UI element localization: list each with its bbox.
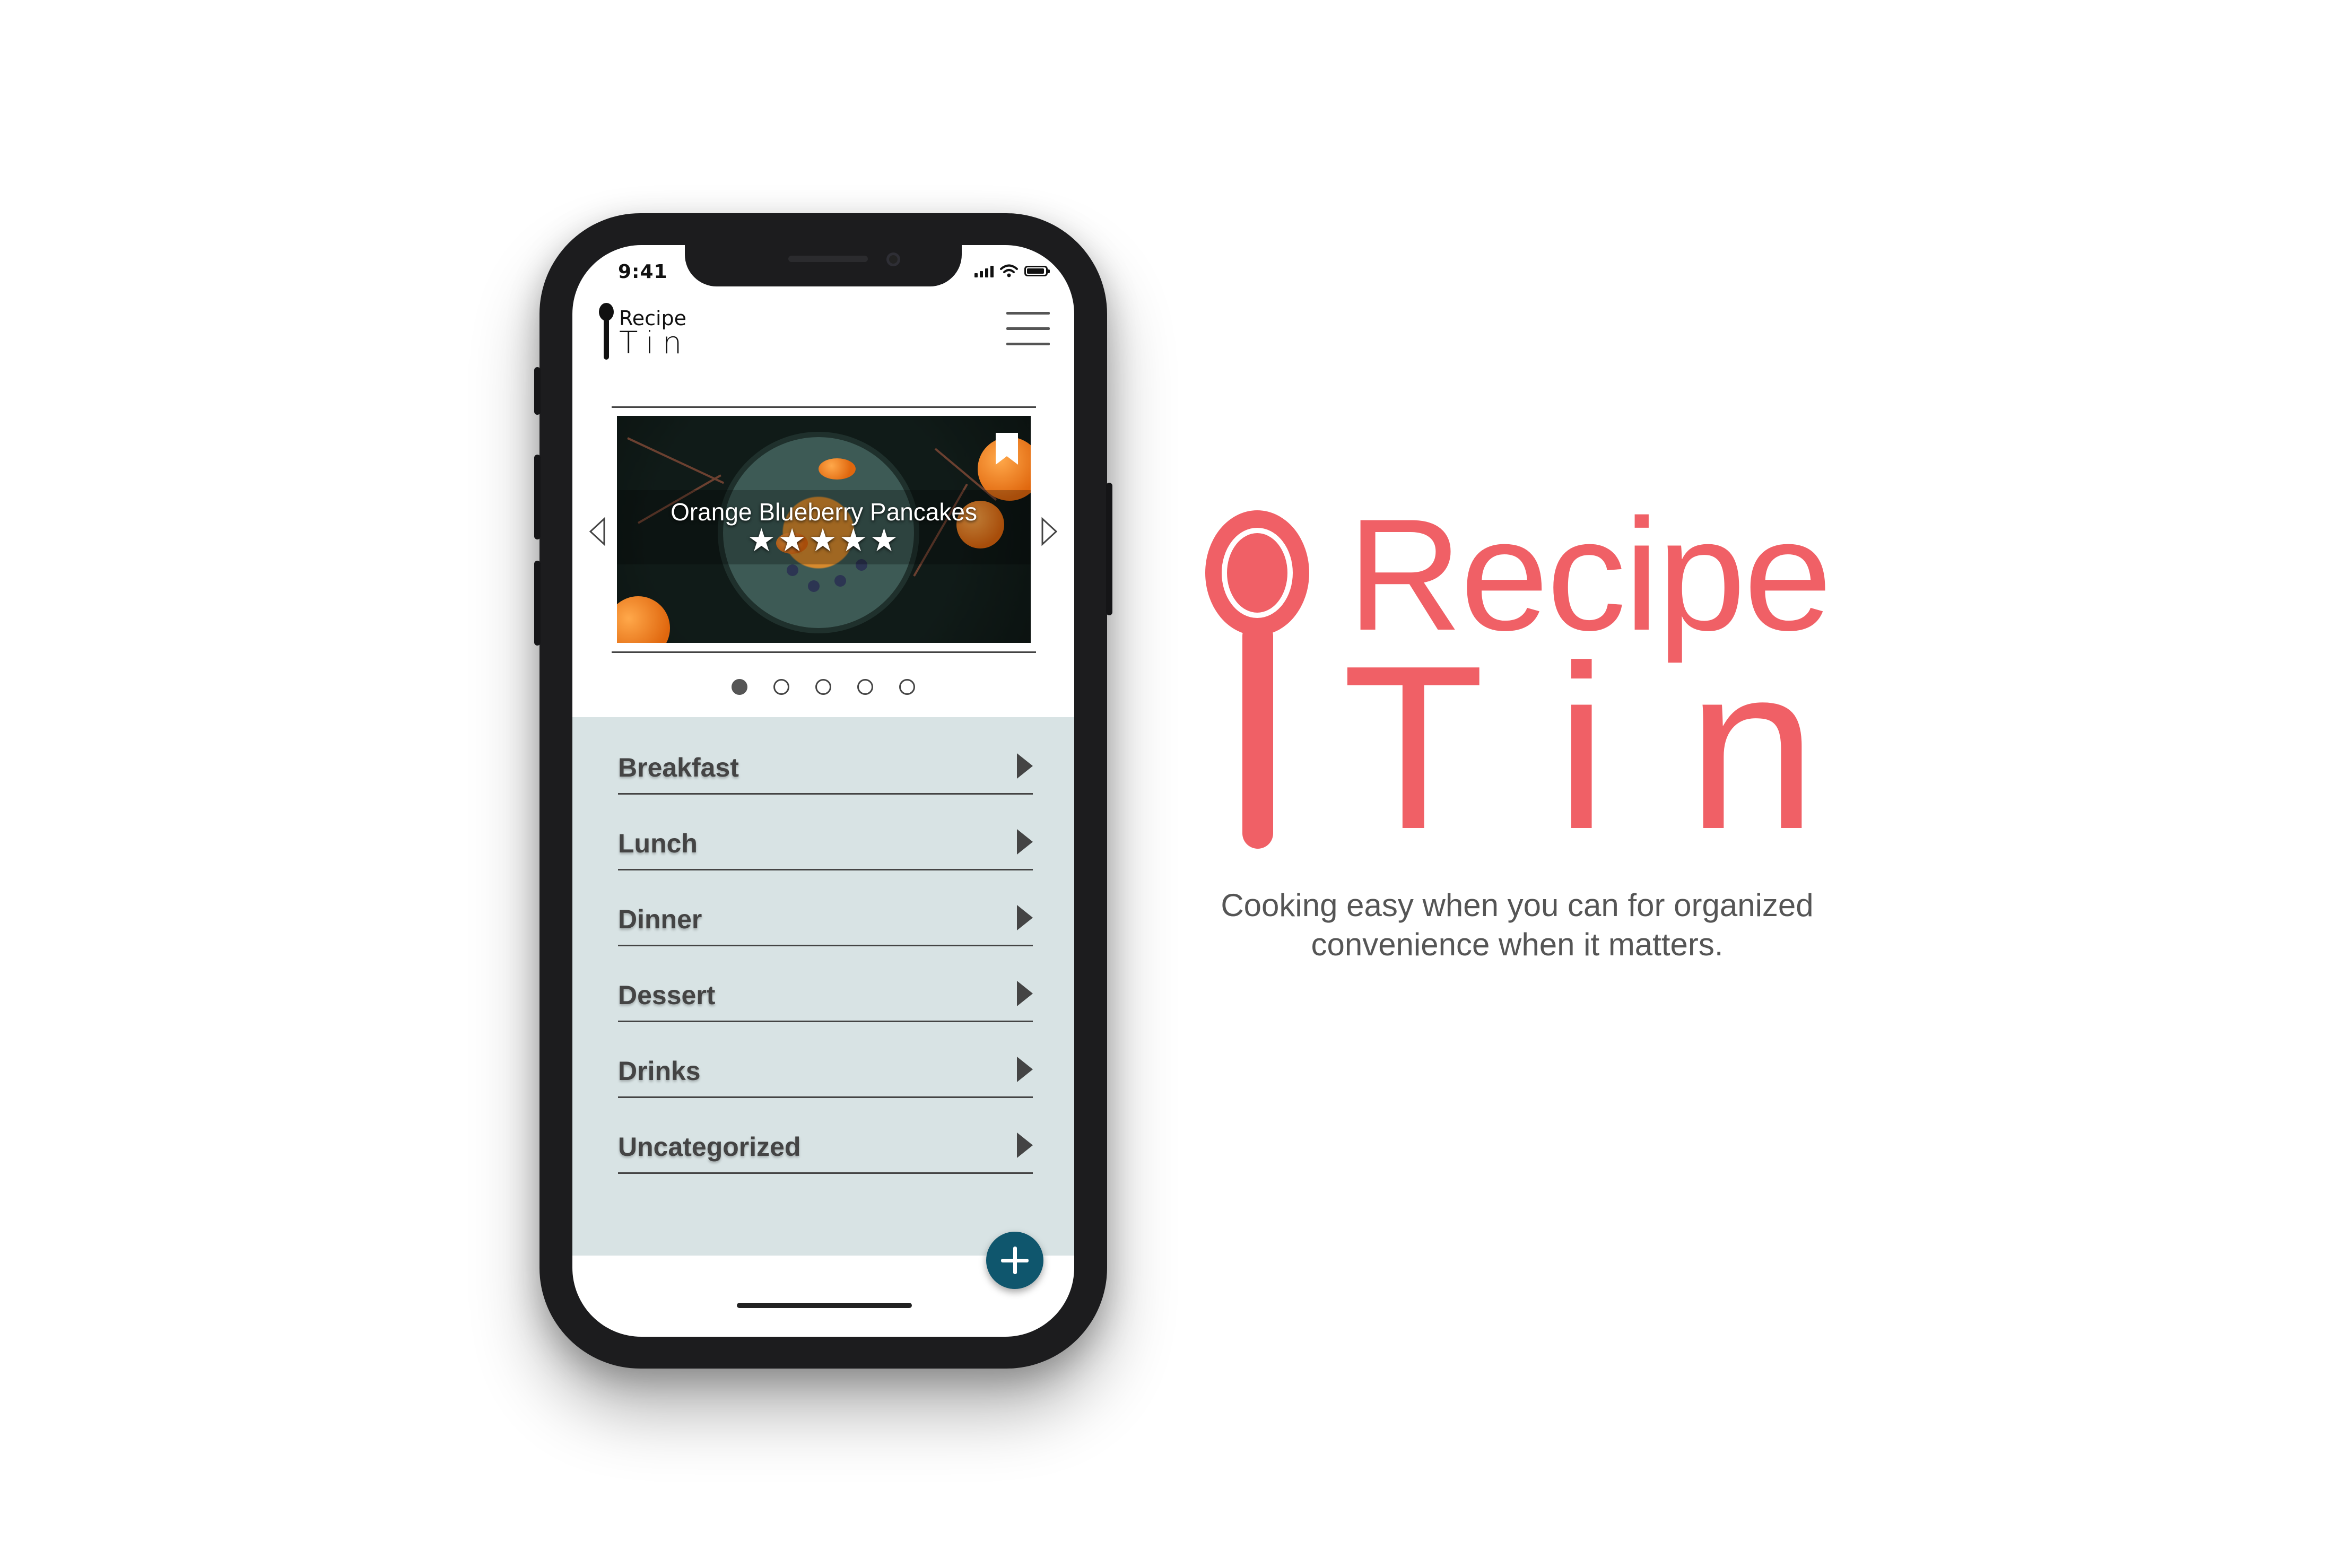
category-label: Breakfast: [618, 753, 739, 782]
carousel-prev-arrow-icon[interactable]: [586, 516, 607, 547]
power-button: [1106, 483, 1112, 615]
front-camera: [886, 252, 900, 266]
category-label: Dinner: [618, 904, 702, 934]
spoon-icon: [1205, 510, 1309, 849]
carousel-dot[interactable]: [773, 679, 789, 695]
carousel-divider-bottom: [612, 651, 1036, 653]
category-item-lunch[interactable]: Lunch: [618, 793, 1033, 870]
chevron-right-icon: [1017, 981, 1033, 1006]
brand-name-tin: Tin: [1342, 617, 1896, 878]
menu-bar: [1006, 312, 1050, 315]
home-indicator[interactable]: [737, 1303, 912, 1308]
carousel-next-arrow-icon[interactable]: [1039, 516, 1060, 547]
category-label: Dessert: [618, 980, 716, 1010]
carousel-dot[interactable]: [815, 679, 831, 695]
menu-bar: [1006, 327, 1050, 330]
logo-text-tin: Tin: [619, 325, 691, 361]
category-item-dessert[interactable]: Dessert: [618, 945, 1033, 1022]
chevron-right-icon: [1017, 905, 1033, 930]
carousel-divider-top: [612, 406, 1036, 408]
phone-mockup: 9:41 Recipe Tin Orange Blueberry Pancake…: [534, 213, 1112, 1369]
category-list: Breakfast Lunch Dinner Dessert Drinks Un…: [572, 717, 1074, 1256]
add-recipe-button[interactable]: [986, 1232, 1043, 1289]
silent-switch: [534, 367, 541, 415]
featured-recipe-card[interactable]: Orange Blueberry Pancakes ★★★★★: [617, 416, 1031, 643]
battery-icon: [1024, 266, 1050, 276]
category-item-breakfast[interactable]: Breakfast: [618, 717, 1033, 795]
brand-tagline: Cooking easy when you can for organized …: [1221, 887, 1814, 962]
featured-recipe-rating: ★★★★★: [747, 522, 901, 559]
wifi-icon: [1000, 264, 1018, 277]
chevron-right-icon: [1017, 1133, 1033, 1158]
category-item-dinner[interactable]: Dinner: [618, 869, 1033, 946]
carousel-dot[interactable]: [899, 679, 915, 695]
volume-down-button: [534, 561, 541, 646]
phone-screen: 9:41 Recipe Tin Orange Blueberry Pancake…: [572, 245, 1074, 1337]
menu-bar: [1006, 343, 1050, 345]
category-item-drinks[interactable]: Drinks: [618, 1021, 1033, 1098]
spoon-icon: [599, 303, 614, 360]
category-label: Lunch: [618, 829, 698, 858]
status-icons: [974, 264, 1050, 278]
hamburger-menu-button[interactable]: [1006, 312, 1050, 350]
chevron-right-icon: [1017, 1057, 1033, 1082]
carousel-dot[interactable]: [857, 679, 873, 695]
chevron-right-icon: [1017, 753, 1033, 779]
bookmark-icon[interactable]: [995, 432, 1019, 466]
status-time: 9:41: [618, 261, 668, 283]
cellular-signal-icon: [974, 265, 994, 277]
app-logo[interactable]: Recipe Tin: [598, 302, 688, 361]
notch: [685, 245, 962, 286]
speaker-grille: [788, 256, 868, 262]
carousel-dot[interactable]: [732, 679, 747, 695]
category-label: Uncategorized: [618, 1132, 801, 1162]
category-item-uncategorized[interactable]: Uncategorized: [618, 1096, 1033, 1174]
category-label: Drinks: [618, 1056, 701, 1086]
carousel-pagination: [732, 679, 915, 695]
chevron-right-icon: [1017, 829, 1033, 855]
volume-up-button: [534, 455, 541, 539]
